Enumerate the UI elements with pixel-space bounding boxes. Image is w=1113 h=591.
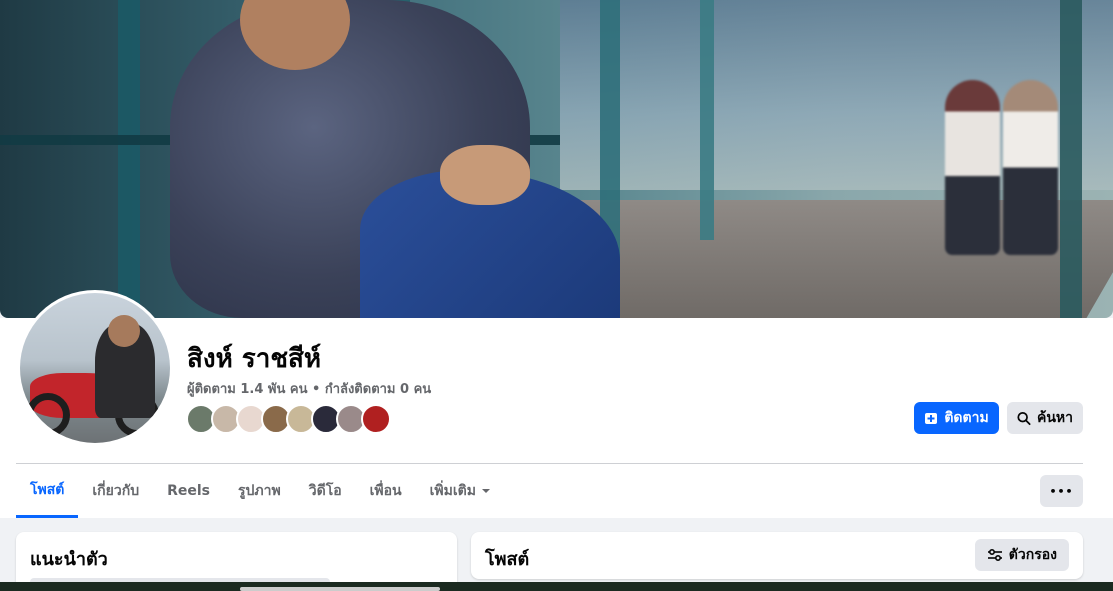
tab-label: วิดีโอ [308, 483, 342, 499]
taskbar-strip [0, 582, 1113, 591]
cover-person-hands [440, 145, 530, 205]
tab-label: โพสต์ [30, 481, 65, 498]
filter-sliders-icon [987, 548, 1002, 562]
tab-friends[interactable]: เพื่อน [356, 464, 416, 518]
more-options-button[interactable]: ••• [1040, 475, 1083, 507]
follow-icon [925, 413, 938, 424]
tab-photos[interactable]: รูปภาพ [224, 464, 295, 518]
cover-beam [118, 0, 140, 318]
tab-label: เกี่ยวกับ [92, 483, 140, 499]
cover-beam [700, 0, 714, 240]
follow-button[interactable]: ติดตาม [914, 402, 999, 434]
profile-stats[interactable]: ผู้ติดตาม 1.4 พัน คน • กำลังติดตาม 0 คน [187, 378, 431, 399]
profile-name: สิงห์ ราชสีห์ [187, 344, 321, 374]
cover-background-people [945, 80, 1065, 260]
chevron-down-icon [481, 489, 490, 493]
posts-card: โพสต์ ตัวกรอง [471, 532, 1083, 579]
avatar-wheel [26, 393, 70, 437]
search-label: ค้นหา [1036, 410, 1073, 426]
avatar-rider-head [108, 315, 140, 347]
filter-button[interactable]: ตัวกรอง [974, 539, 1069, 571]
tab-label: เพิ่มเติม [429, 483, 476, 499]
cover-photo[interactable] [0, 0, 1113, 318]
tab-more[interactable]: เพิ่มเติม [416, 464, 506, 518]
cover-bg-person [945, 80, 1000, 255]
friend-avatars [186, 404, 391, 434]
tab-reels[interactable]: Reels [153, 464, 224, 518]
search-button[interactable]: ค้นหา [1007, 402, 1083, 434]
tab-label: เพื่อน [369, 483, 402, 499]
filter-label: ตัวกรอง [1008, 547, 1057, 563]
scroll-indicator [240, 587, 440, 591]
posts-title: โพสต์ [485, 549, 530, 570]
cover-bg-person [1003, 80, 1058, 255]
tab-label: รูปภาพ [238, 483, 281, 499]
tab-posts[interactable]: โพสต์ [16, 464, 79, 518]
profile-avatar[interactable] [17, 290, 173, 446]
tab-label: Reels [167, 483, 210, 499]
search-icon [1017, 411, 1031, 425]
tab-about[interactable]: เกี่ยวกับ [78, 464, 153, 518]
intro-title: แนะนำตัว [30, 549, 108, 570]
more-dots-icon: ••• [1049, 484, 1074, 498]
friend-avatar[interactable] [361, 404, 391, 434]
tab-videos[interactable]: วิดีโอ [295, 464, 356, 518]
follow-label: ติดตาม [944, 410, 989, 426]
profile-tabs: โพสต์ เกี่ยวกับ Reels รูปภาพ วิดีโอ เพื่… [16, 464, 506, 518]
avatar-photo [20, 293, 170, 443]
